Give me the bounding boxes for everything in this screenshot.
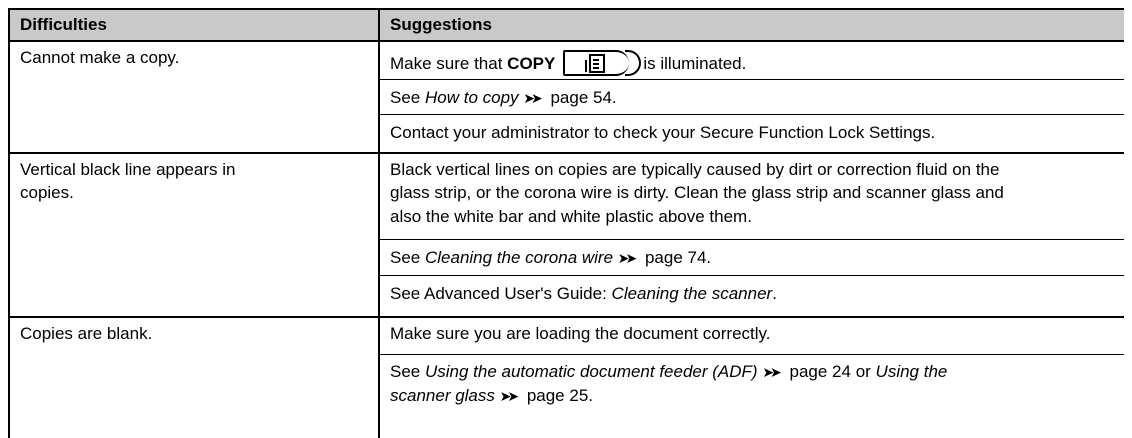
header-divider (8, 40, 1124, 42)
column-divider (378, 8, 380, 438)
suggestion-see-adf: See Using the automatic document feeder … (390, 362, 948, 381)
double-arrow-icon: ➤➤ (499, 388, 520, 404)
cell-divider (378, 79, 1124, 80)
header-difficulties: Difficulties (20, 15, 107, 34)
suggestion-see-corona-wire: See Cleaning the corona wire ➤➤ page 74. (390, 248, 712, 267)
difficulty-cell: Vertical black line appears in (20, 160, 236, 179)
suggestion-see-adf-line2: scanner glass ➤➤ page 25. (390, 386, 593, 405)
suggestion-loading-document: Make sure you are loading the document c… (390, 324, 771, 343)
cell-divider (378, 354, 1124, 355)
copy-key-icon (563, 50, 642, 76)
border-left (8, 8, 10, 438)
link-how-to-copy[interactable]: How to copy (425, 88, 519, 107)
row-divider (8, 152, 1124, 154)
link-cleaning-scanner[interactable]: Cleaning the scanner (612, 284, 773, 303)
link-using-adf[interactable]: Using the automatic document feeder (ADF… (425, 362, 758, 381)
suggestion-line: Black vertical lines on copies are typic… (390, 160, 1000, 179)
table-header (8, 8, 1124, 40)
border-top (8, 8, 1124, 10)
difficulty-cell: Cannot make a copy. (20, 48, 180, 67)
cell-divider (378, 275, 1124, 276)
link-cleaning-corona-wire[interactable]: Cleaning the corona wire (425, 248, 613, 267)
double-arrow-icon: ➤➤ (762, 364, 782, 380)
suggestion-see-advanced-guide: See Advanced User's Guide: Cleaning the … (390, 284, 777, 303)
copy-label: COPY (507, 54, 556, 73)
cell-divider (378, 114, 1124, 115)
troubleshooting-table: Difficulties Suggestions Cannot make a c… (8, 8, 1124, 438)
suggestion-line: also the white bar and white plastic abo… (390, 207, 752, 226)
link-using-scanner-glass-cont[interactable]: scanner glass (390, 386, 495, 405)
double-arrow-icon: ➤➤ (617, 250, 638, 266)
double-arrow-icon: ➤➤ (523, 90, 543, 106)
header-suggestions: Suggestions (390, 15, 493, 34)
difficulty-cell-line2: copies. (20, 183, 74, 202)
difficulty-cell: Copies are blank. (20, 324, 153, 343)
link-using-scanner-glass[interactable]: Using the (876, 362, 948, 381)
cell-divider (378, 239, 1124, 240)
suggestion-line: glass strip, or the corona wire is dirty… (390, 183, 1004, 202)
suggestion-contact-admin: Contact your administrator to check your… (390, 123, 936, 142)
suggestion-see-how-to-copy: See How to copy ➤➤ page 54. (390, 88, 617, 107)
row-divider (8, 316, 1124, 318)
suggestion-copy-illuminated: Make sure that COPY is illuminated. (390, 50, 746, 76)
